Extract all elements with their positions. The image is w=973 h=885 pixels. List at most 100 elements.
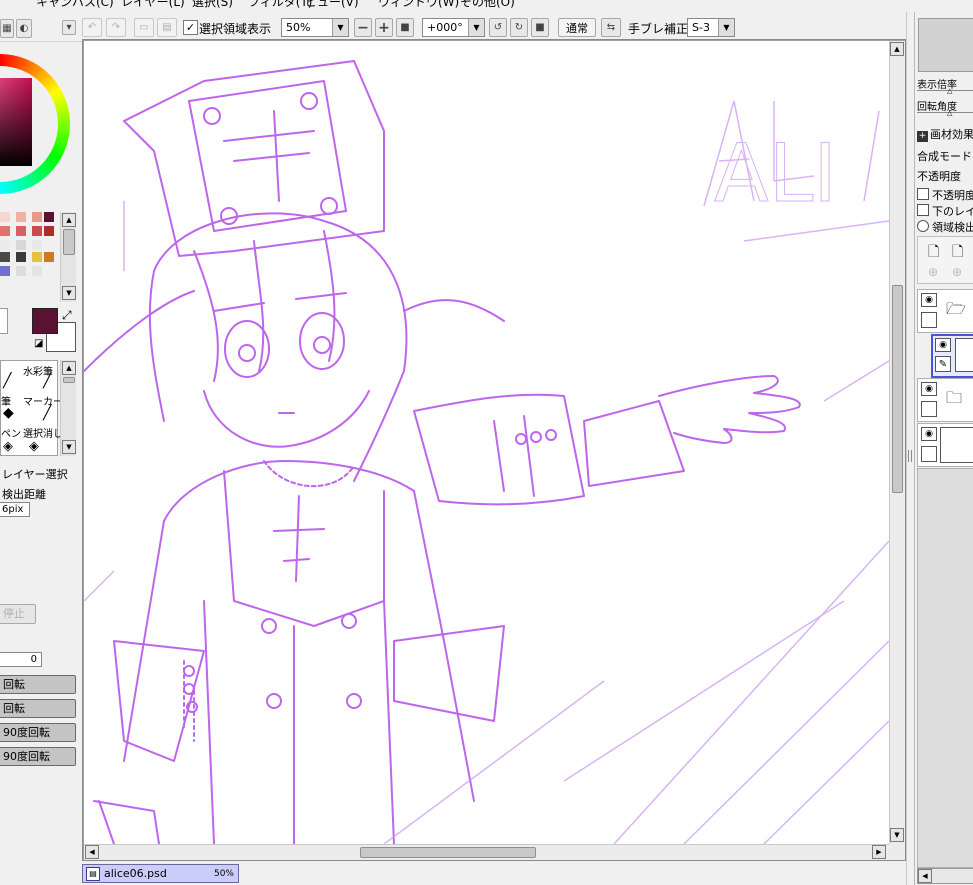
- document-icon: ▤: [86, 866, 100, 881]
- stop-button[interactable]: 停止: [0, 604, 36, 624]
- chevron-down-icon[interactable]: ▼: [62, 440, 76, 454]
- flip-icon[interactable]: ⇆: [601, 18, 621, 37]
- blend-normal-button[interactable]: 通常: [558, 18, 596, 37]
- menu-view[interactable]: ビュー(V): [305, 0, 359, 10]
- select-pen-tool[interactable]: ペン: [1, 425, 21, 440]
- clip-checkbox[interactable]: [917, 204, 929, 216]
- merge-layer-icon[interactable]: ⊕: [952, 265, 962, 279]
- rotate-90-button[interactable]: 90度回転: [0, 747, 76, 766]
- display-scale-slider[interactable]: △: [917, 87, 973, 98]
- toolbar-menu-icon[interactable]: ▾: [62, 20, 76, 35]
- brush-tool-icon[interactable]: ╱: [3, 373, 11, 389]
- stabilizer-value: S-3: [692, 21, 710, 34]
- opacity-protect-label: 不透明度保護: [932, 189, 973, 202]
- chevron-up-icon[interactable]: ▲: [62, 361, 76, 375]
- navigator-thumbnail[interactable]: [918, 18, 973, 72]
- vertical-scroll-thumb[interactable]: [892, 285, 903, 493]
- menu-layer[interactable]: レイヤー(L): [121, 0, 185, 10]
- primary-color-swatch[interactable]: [32, 308, 58, 334]
- layer-item-selected[interactable]: ◉ ✎: [931, 334, 973, 378]
- rotation-angle-slider[interactable]: △: [917, 109, 973, 120]
- chevron-down-icon: ▼: [332, 19, 348, 36]
- selection-display-checkbox[interactable]: ✓: [183, 20, 198, 35]
- canvas-vertical-scrollbar[interactable]: ▲ ▼: [889, 41, 905, 844]
- rotate-right-icon[interactable]: ↻: [510, 18, 528, 37]
- new-layer-icon[interactable]: 🗋: [928, 241, 939, 265]
- eye-icon[interactable]: ◉: [921, 382, 937, 396]
- canvas-horizontal-scrollbar[interactable]: ◀ ▶: [84, 844, 889, 860]
- pencil-icon[interactable]: ✎: [935, 356, 951, 372]
- zoom-out-icon[interactable]: −: [354, 18, 372, 37]
- wheel-toggle-icon[interactable]: ◐: [16, 19, 32, 38]
- layer-scrollbar[interactable]: ◀: [917, 868, 973, 884]
- reset-colors-icon[interactable]: ◪: [34, 338, 43, 349]
- chevron-up-icon[interactable]: ▲: [890, 42, 904, 56]
- saturation-value-square[interactable]: [0, 78, 32, 166]
- chevron-down-icon: ▼: [718, 19, 734, 36]
- rotate-button[interactable]: 回転: [0, 699, 76, 718]
- opacity-label: 不透明度: [917, 170, 961, 183]
- zoom-dropdown[interactable]: 50% ▼: [281, 18, 349, 37]
- clip-label: 下のレイヤーでクリッピング: [932, 205, 973, 218]
- chevron-right-icon[interactable]: ▶: [872, 845, 886, 859]
- swap-colors-icon[interactable]: ⤢: [62, 308, 72, 323]
- folder-icon: 🗀: [946, 388, 963, 407]
- select-erase-icon: ◈: [29, 439, 39, 454]
- layer-list-empty-area: [917, 468, 973, 868]
- horizontal-scroll-thumb[interactable]: [360, 847, 536, 858]
- eye-icon[interactable]: ◉: [921, 293, 937, 307]
- select-erase-tool[interactable]: 選択消し: [23, 425, 63, 440]
- redo-icon[interactable]: ↷: [106, 18, 126, 37]
- blend-mode-label: 合成モード: [917, 150, 972, 163]
- number-field[interactable]: 0: [0, 652, 42, 667]
- layer-lock-box[interactable]: [921, 446, 937, 462]
- new-layer-set-icon[interactable]: 🗋: [952, 241, 963, 265]
- chevron-down-icon[interactable]: ▼: [890, 828, 904, 842]
- layer-item[interactable]: ◉ 🗁: [917, 289, 973, 333]
- panel-splitter[interactable]: [906, 12, 914, 885]
- region-detect-radio[interactable]: [917, 220, 929, 232]
- chevron-down-icon[interactable]: ▼: [62, 286, 76, 300]
- drawing-canvas[interactable]: ALI: [84, 41, 889, 844]
- rotate-left-icon[interactable]: ↺: [489, 18, 507, 37]
- layer-thumbnail: [955, 338, 973, 372]
- menu-filter[interactable]: フィルタ(T): [248, 0, 312, 10]
- deselect-icon[interactable]: ▭: [134, 18, 154, 37]
- zoom-in-icon[interactable]: +: [375, 18, 393, 37]
- eraser-icon: ◆: [3, 405, 14, 421]
- copy-layer-icon[interactable]: ⊕: [928, 265, 938, 279]
- menu-select[interactable]: 選択(S): [192, 0, 233, 10]
- chevron-left-icon[interactable]: ◀: [85, 845, 99, 859]
- detect-distance-field[interactable]: 6pix: [0, 502, 30, 517]
- folder-open-icon: 🗁: [946, 299, 966, 318]
- undo-icon[interactable]: ↶: [82, 18, 102, 37]
- clear-selection-icon[interactable]: ▤: [157, 18, 177, 37]
- eye-icon[interactable]: ◉: [921, 427, 937, 441]
- rotation-dropdown[interactable]: +000° ▼: [422, 18, 485, 37]
- document-tab[interactable]: ▤ alice06.psd 50%: [82, 864, 239, 883]
- layer-lock-box[interactable]: [921, 312, 937, 328]
- rotate-button[interactable]: 回転: [0, 675, 76, 694]
- layer-item[interactable]: ◉: [917, 423, 973, 467]
- eye-icon[interactable]: ◉: [935, 338, 951, 352]
- paper-effect-header[interactable]: + 画材効果: [917, 126, 973, 142]
- rotate-90-button[interactable]: 90度回転: [0, 723, 76, 742]
- document-name: alice06.psd: [104, 867, 167, 880]
- palette-scrollbar[interactable]: ▲ ▼: [60, 212, 76, 302]
- opacity-protect-checkbox[interactable]: [917, 188, 929, 200]
- palette-icon[interactable]: ▦: [0, 19, 14, 38]
- menu-canvas[interactable]: キャンバス(C): [36, 0, 114, 10]
- chevron-left-icon[interactable]: ◀: [918, 869, 932, 883]
- zoom-reset-icon[interactable]: ■: [396, 18, 414, 37]
- stabilizer-dropdown[interactable]: S-3 ▼: [687, 18, 735, 37]
- transparent-color-icon[interactable]: [0, 308, 8, 334]
- canvas-frame: ALI ▲ ▼ ◀ ▶: [82, 39, 906, 861]
- tool-scrollbar[interactable]: ▲ ▼: [60, 360, 76, 456]
- chevron-up-icon[interactable]: ▲: [62, 213, 76, 227]
- detect-distance-label: 検出距離: [2, 488, 46, 501]
- menu-other[interactable]: その他(O): [460, 0, 515, 10]
- rotate-reset-icon[interactable]: ■: [531, 18, 549, 37]
- menu-window[interactable]: ウィンドウ(W): [378, 0, 459, 10]
- layer-lock-box[interactable]: [921, 401, 937, 417]
- layer-item[interactable]: ◉ 🗀: [917, 378, 973, 422]
